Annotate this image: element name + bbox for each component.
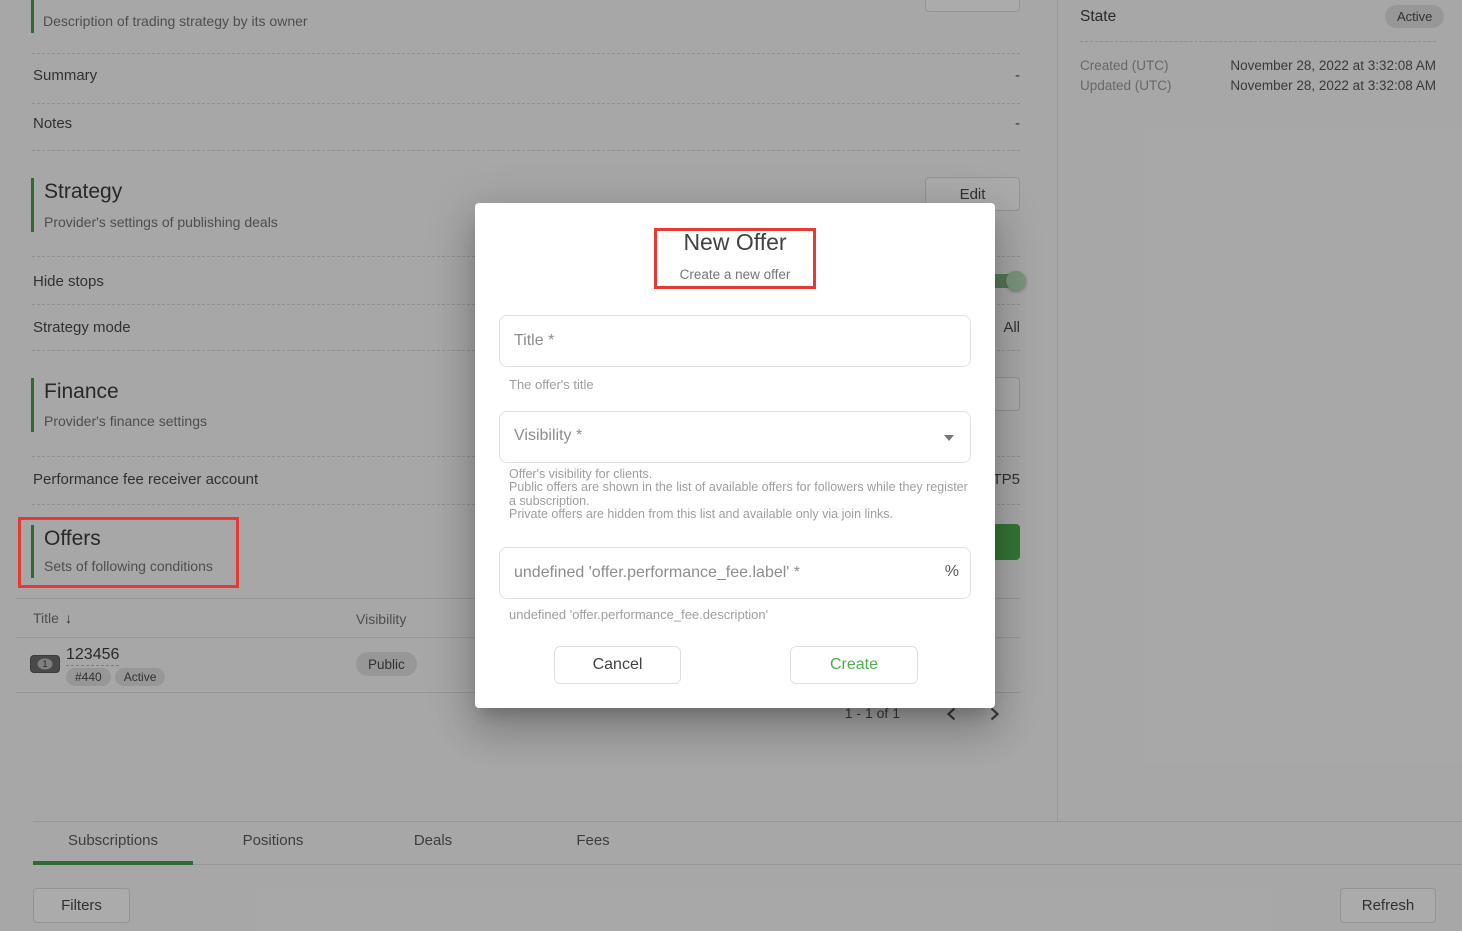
chevron-down-icon	[944, 435, 954, 441]
dialog-title: New Offer	[475, 229, 995, 256]
performance-fee-field: %	[499, 547, 971, 599]
percent-suffix: %	[945, 563, 959, 581]
dialog-subtitle: Create a new offer	[475, 267, 995, 282]
strategy-details-page: Description of trading strategy by its o…	[0, 0, 1462, 931]
offer-title-input[interactable]	[500, 316, 970, 366]
visibility-select[interactable]: Visibility *	[499, 411, 971, 463]
cancel-button[interactable]: Cancel	[554, 646, 681, 684]
new-offer-dialog: New Offer Create a new offer The offer's…	[475, 203, 995, 708]
visibility-helper: Offer's visibility for clients. Public o…	[509, 468, 971, 522]
create-button[interactable]: Create	[790, 646, 918, 684]
performance-fee-input[interactable]	[500, 548, 970, 598]
offer-title-helper: The offer's title	[509, 377, 594, 392]
offer-title-field	[499, 315, 971, 367]
visibility-placeholder: Visibility *	[514, 427, 582, 445]
performance-fee-helper: undefined 'offer.performance_fee.descrip…	[509, 607, 768, 622]
